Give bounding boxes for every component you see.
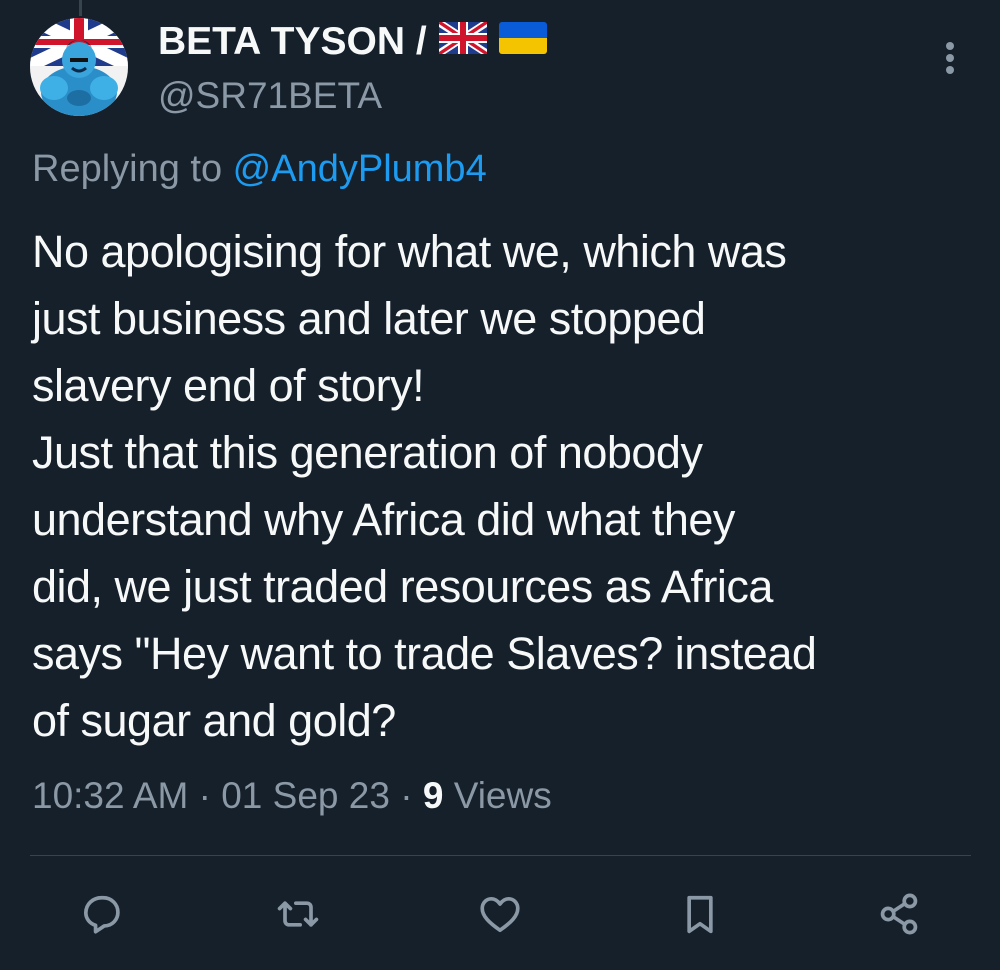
- tweet-text-line: slavery end of story!: [32, 360, 425, 411]
- meta-separator: ·: [198, 775, 211, 816]
- tweet-text-line: of sugar and gold?: [32, 695, 396, 746]
- tweet-text-line: understand why Africa did what they: [32, 494, 735, 545]
- like-icon: [480, 896, 520, 933]
- tweet-date[interactable]: 01 Sep 23: [221, 775, 390, 816]
- author-handle[interactable]: @SR71BETA: [158, 75, 382, 117]
- tweet-time[interactable]: 10:32 AM: [32, 775, 188, 816]
- tweet-text-line: Just that this generation of nobody: [32, 427, 703, 478]
- bookmark-icon: [687, 895, 713, 934]
- reply-button[interactable]: [75, 888, 127, 940]
- share-icon: [880, 893, 918, 935]
- actions-divider: [30, 855, 971, 856]
- views-label: Views: [453, 775, 552, 816]
- replying-prefix: Replying to: [32, 148, 233, 190]
- tweet-text-line: just business and later we stopped: [32, 293, 706, 344]
- author-display-name[interactable]: BETA TYSON /: [158, 20, 547, 64]
- share-button[interactable]: [873, 888, 925, 940]
- tweet-text-line: did, we just traded resources as Africa: [32, 561, 773, 612]
- retweet-icon: [277, 901, 319, 927]
- thread-connector-line: [79, 0, 82, 16]
- more-options-icon[interactable]: [935, 38, 965, 78]
- bookmark-button[interactable]: [674, 888, 726, 940]
- uk-flag-icon: [438, 20, 487, 64]
- like-button[interactable]: [474, 888, 526, 940]
- replying-to: Replying to @AndyPlumb4: [32, 148, 487, 191]
- reply-icon: [83, 895, 120, 934]
- retweet-button[interactable]: [272, 888, 324, 940]
- display-name-text: BETA TYSON /: [158, 20, 427, 63]
- avatar[interactable]: [30, 18, 128, 116]
- tweet-text: No apologising for what we, which was ju…: [32, 218, 977, 754]
- views-count: 9: [422, 775, 444, 816]
- replying-to-handle-link[interactable]: @AndyPlumb4: [233, 148, 487, 190]
- ukraine-flag-icon: [498, 20, 547, 64]
- tweet-text-line: says "Hey want to trade Slaves? instead: [32, 628, 817, 679]
- tweet-text-line: No apologising for what we, which was: [32, 226, 787, 277]
- tweet-metadata: 10:32 AM · 01 Sep 23 · 9 Views: [32, 775, 552, 817]
- meta-separator: ·: [400, 775, 413, 816]
